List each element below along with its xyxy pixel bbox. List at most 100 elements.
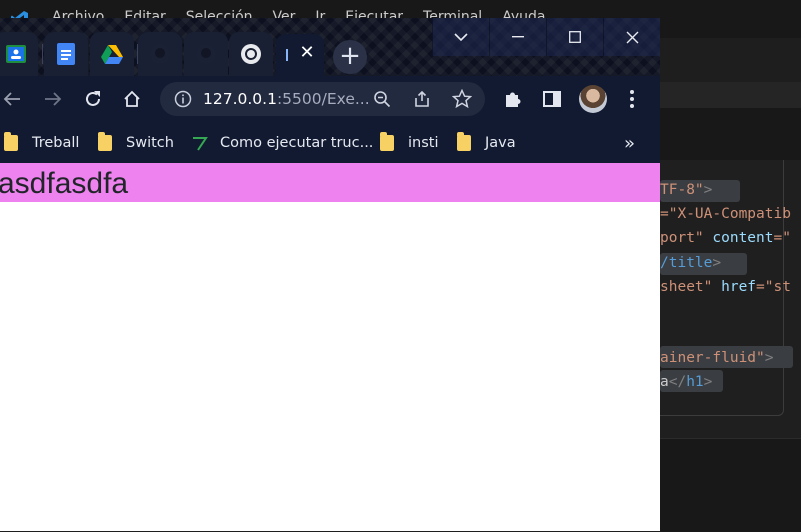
bookmarks-bar: Treball Switch Como ejecutar truc... ins… [0,122,660,163]
close-tab-icon[interactable]: ✕ [296,42,318,64]
bookmark-label: Switch [126,135,174,151]
code-token: =" [773,230,791,246]
bookmark-label: Treball [32,135,80,151]
tab-separator [42,44,43,64]
container-fluid: asdfasdfa [0,163,660,202]
bookmark-label: Java [485,135,516,151]
bookmark-label: Como ejecutar truc... [220,135,374,151]
new-tab-button[interactable]: + [333,40,367,74]
chevron-down-icon [454,32,468,41]
maximize-icon [569,31,581,43]
code-token: href [712,279,757,295]
chrome-frame: ✕ + 127.0.0.1:5500/Exe... Treball Switch… [0,18,660,163]
close-window-button[interactable] [603,18,660,56]
bookmark-switch[interactable]: Switch [98,131,174,155]
code-token: > [703,182,713,198]
bookmark-star-icon[interactable] [450,87,474,111]
code-token: ="X-UA-Compatib [660,206,791,222]
share-icon[interactable] [410,87,434,111]
code-line: ="X-UA-Compatib [660,204,791,224]
code-token: > [764,350,774,366]
folder-icon [380,132,394,151]
chrome-window: ✕ + 127.0.0.1:5500/Exe... Treball Switch… [0,18,660,531]
vscode-toolbar-area [660,38,801,82]
tab-github-1[interactable] [138,32,182,76]
url-text: 127.0.0.1:5500/Exe... [203,82,370,116]
code-token: a [660,374,669,390]
tab-chrome[interactable] [229,32,273,76]
code-token: port" [660,230,704,246]
code-token: ="st [756,279,791,295]
minimize-icon [512,36,524,38]
arrow-left-icon [3,92,20,106]
page-heading: asdfasdfa [0,167,129,200]
code-token: TF-8" [660,182,704,198]
code-token: > [712,255,722,271]
home-icon [124,90,140,107]
back-button[interactable] [0,84,27,114]
maximize-button[interactable] [546,18,603,56]
menu-button[interactable] [617,84,647,114]
code-line: /title> [660,253,721,273]
tab-strip: ✕ + [0,18,660,76]
home-button[interactable] [117,84,147,114]
folder-icon [457,132,471,151]
folder-icon [98,132,112,151]
address-bar[interactable]: 127.0.0.1:5500/Exe... [160,82,485,116]
code-token: > [703,374,713,390]
vscode-bottom-panel [660,438,801,532]
code-line: sheet" href="st [660,277,791,297]
extensions-button[interactable] [498,84,528,114]
tab-search-button[interactable] [432,18,489,56]
zoom-icon[interactable] [370,87,394,111]
link-icon [193,137,208,151]
arrow-right-icon [45,92,62,106]
bookmark-treball[interactable]: Treball [4,131,79,155]
side-panel-icon [543,91,561,107]
side-panel-button[interactable] [537,84,567,114]
tab-google-drive[interactable] [90,32,134,76]
folder-icon [4,132,18,151]
browser-toolbar: 127.0.0.1:5500/Exe... [0,76,660,122]
puzzle-icon [506,92,521,107]
minimize-button[interactable] [489,18,546,56]
reload-icon [86,91,100,106]
web-page: asdfasdfa [0,163,660,531]
code-token: ainer-fluid" [660,350,765,366]
code-token: sheet" [660,279,713,295]
chrome-icon [241,44,261,64]
kebab-menu-icon [630,90,634,108]
close-icon [626,31,638,43]
bookmark-java[interactable]: Java [457,131,516,155]
vscode-tab-area [660,108,801,161]
site-info-icon[interactable] [172,88,194,110]
tab-google-classroom[interactable] [0,32,38,76]
google-drive-icon [101,44,123,64]
github-icon [196,44,216,64]
code-token: h1 [686,374,704,390]
github-icon [150,44,170,64]
bookmark-label: insti [408,135,439,151]
code-token: </ [668,374,687,390]
active-tab-favicon [286,49,288,61]
tab-github-2[interactable] [184,32,228,76]
google-classroom-icon [6,45,26,63]
reload-button[interactable] [78,84,108,114]
code-line: a</h1> [660,372,712,392]
code-token: content [703,230,774,246]
code-editor[interactable]: TF-8"> ="X-UA-Compatib port" content="/tit… [660,160,801,440]
code-line: port" content=" [660,228,791,248]
window-controls [432,18,660,56]
google-docs-icon [57,43,75,65]
code-line: TF-8"> [660,180,712,200]
profile-avatar[interactable] [579,85,607,113]
url-host: 127.0.0.1 [203,90,277,108]
forward-button[interactable] [38,84,68,114]
more-bookmarks-button[interactable]: » [624,131,635,155]
vscode-breadcrumb-area [660,82,801,108]
bookmark-como-ejecutar[interactable]: Como ejecutar truc... [192,131,373,155]
tab-google-docs[interactable] [44,32,88,76]
url-path: :5500/Exe... [276,90,370,108]
tab-active-localhost[interactable]: ✕ [276,34,324,76]
bookmark-insti[interactable]: insti [380,131,439,155]
